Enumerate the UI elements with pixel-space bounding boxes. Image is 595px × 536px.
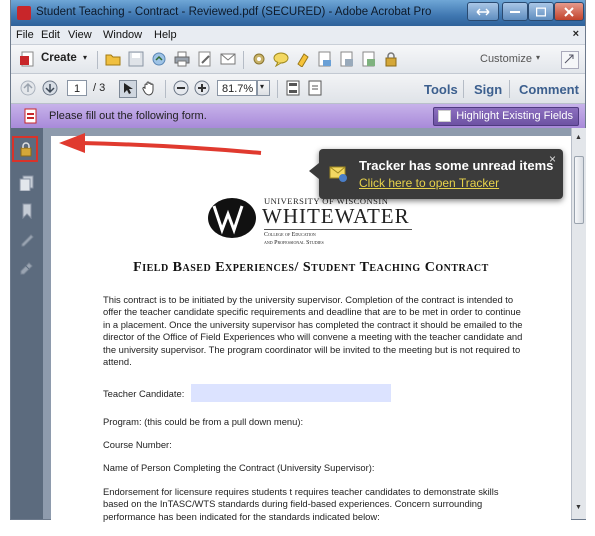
intro-paragraph: This contract is to be initiated by the … xyxy=(103,294,523,368)
highlight-icon[interactable] xyxy=(295,51,311,68)
toolbar-separator xyxy=(243,51,244,69)
sign-pane-button[interactable]: Sign xyxy=(474,82,502,97)
maximize-button[interactable] xyxy=(528,2,554,21)
menu-edit[interactable]: Edit xyxy=(41,29,60,41)
window-title: Student Teaching - Contract - Reviewed.p… xyxy=(36,6,432,18)
bookmarks-icon[interactable] xyxy=(19,203,35,220)
page-extract-icon[interactable] xyxy=(339,51,355,67)
supervisor-name-label: Name of Person Completing the Contract (… xyxy=(103,462,375,473)
total-pages: / 3 xyxy=(93,82,106,94)
print-icon[interactable] xyxy=(174,51,190,67)
uww-logo: UNIVERSITY OF WISCONSIN WHITEWATER Colle… xyxy=(206,194,426,252)
open-tracker-link[interactable]: Click here to open Tracker xyxy=(359,176,499,190)
tracker-icon xyxy=(329,164,347,182)
security-lock-icon[interactable] xyxy=(18,141,34,157)
customize-button[interactable]: Customize xyxy=(480,53,532,65)
signatures-icon[interactable] xyxy=(19,231,35,247)
scroll-mode-icon[interactable] xyxy=(307,80,323,96)
zoom-level-input[interactable]: 81.7% xyxy=(217,80,257,96)
zoom-dropdown-icon[interactable]: ▾ xyxy=(257,80,270,96)
form-message-bar: Please fill out the following form. High… xyxy=(11,104,585,129)
highlight-fields-button[interactable]: Highlight Existing Fields xyxy=(433,107,579,126)
menu-view[interactable]: View xyxy=(68,29,92,41)
form-icon xyxy=(23,108,39,124)
toolbar-separator xyxy=(277,80,278,98)
tools-pane-button[interactable]: Tools xyxy=(424,82,458,97)
create-icon[interactable] xyxy=(20,51,36,67)
zoom-out-icon[interactable] xyxy=(173,80,189,96)
toolbar-separator xyxy=(509,80,510,98)
acrobat-app-icon xyxy=(17,6,31,20)
customize-dropdown-icon[interactable]: ▾ xyxy=(536,53,540,62)
tracker-notification: Tracker has some unread items Click here… xyxy=(309,149,563,199)
menu-window[interactable]: Window xyxy=(103,29,142,41)
previous-page-icon[interactable] xyxy=(20,80,36,96)
menu-help[interactable]: Help xyxy=(154,29,177,41)
edit-document-icon[interactable] xyxy=(197,51,213,67)
create-button[interactable]: Create xyxy=(41,52,77,64)
highlight-fields-icon xyxy=(438,110,452,122)
page-insert-icon[interactable] xyxy=(361,51,377,67)
minimize-button[interactable] xyxy=(502,2,528,21)
form-message: Please fill out the following form. xyxy=(49,110,207,122)
open-folder-icon[interactable] xyxy=(105,51,121,67)
endorsement-paragraph: Endorsement for licensure requires stude… xyxy=(103,486,499,522)
create-dropdown-icon[interactable]: ▾ xyxy=(83,53,87,62)
next-page-icon[interactable] xyxy=(42,80,58,96)
comment-bubble-icon[interactable] xyxy=(273,51,289,68)
course-number-label: Course Number: xyxy=(103,439,172,450)
save-icon[interactable] xyxy=(128,51,144,67)
fit-page-icon[interactable] xyxy=(285,80,301,96)
toolbar-separator xyxy=(165,80,166,98)
logo-professional: and Professional Studies xyxy=(264,240,324,246)
toolbar-separator xyxy=(97,51,98,69)
attachments-icon[interactable] xyxy=(19,259,35,275)
navigation-pane xyxy=(11,128,43,519)
comment-pane-button[interactable]: Comment xyxy=(519,82,579,97)
scroll-down-icon[interactable]: ▼ xyxy=(575,504,582,511)
highlight-fields-label: Highlight Existing Fields xyxy=(456,110,573,122)
navigation-toolbar: 1 / 3 81.7% ▾ Tools Sign Comment xyxy=(11,74,585,104)
program-label: Program: (this could be from a pull down… xyxy=(103,416,304,427)
select-cursor-icon[interactable] xyxy=(119,80,137,98)
teacher-candidate-label: Teacher Candidate: xyxy=(103,388,185,399)
acrobat-window: Student Teaching - Contract - Reviewed.p… xyxy=(11,0,586,536)
annotation-arrow xyxy=(59,133,262,155)
logo-college: College of Education xyxy=(264,232,316,238)
close-document-icon[interactable]: × xyxy=(573,28,579,40)
page-thumbnails-icon[interactable] xyxy=(19,175,35,192)
menu-bar: File Edit View Window Help × xyxy=(11,26,585,45)
scroll-up-icon[interactable]: ▲ xyxy=(575,134,582,141)
zoom-in-icon[interactable] xyxy=(194,80,210,96)
expand-toolbar-icon[interactable] xyxy=(561,51,579,69)
security-lock-icon[interactable] xyxy=(383,51,399,67)
scrollbar-thumb[interactable] xyxy=(574,156,584,224)
restore-view-button[interactable] xyxy=(467,2,499,21)
settings-gear-icon[interactable] xyxy=(251,51,267,67)
title-bar: Student Teaching - Contract - Reviewed.p… xyxy=(11,0,585,26)
tracker-title: Tracker has some unread items xyxy=(359,158,554,173)
email-icon[interactable] xyxy=(220,51,236,67)
menu-file[interactable]: File xyxy=(16,29,34,41)
uww-w-emblem xyxy=(208,198,256,238)
document-heading: Field Based Experiences/ Student Teachin… xyxy=(133,260,489,275)
logo-divider xyxy=(264,229,412,230)
tracker-close-icon[interactable]: × xyxy=(549,152,556,166)
page-number-input[interactable]: 1 xyxy=(67,80,87,96)
vertical-scrollbar[interactable]: ▲ ▼ xyxy=(571,128,586,519)
hand-tool-icon[interactable] xyxy=(141,80,157,96)
main-toolbar: Create ▾ Customize ▾ xyxy=(11,45,585,74)
logo-whitewater: WHITEWATER xyxy=(262,204,410,228)
toolbar-separator xyxy=(463,80,464,98)
attach-icon[interactable] xyxy=(317,51,333,67)
teacher-candidate-field[interactable] xyxy=(191,384,391,402)
close-window-button[interactable] xyxy=(554,2,584,21)
cloud-share-icon[interactable] xyxy=(151,51,167,67)
